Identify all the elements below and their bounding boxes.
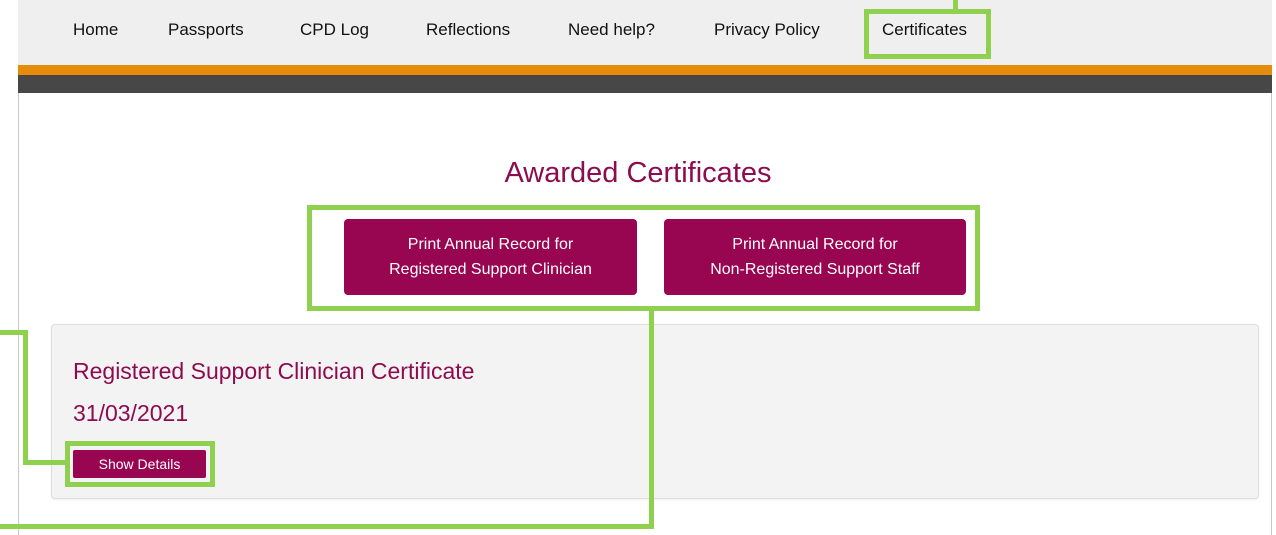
highlight-connector-vertical	[649, 311, 654, 529]
nav-need-help[interactable]: Need help?	[568, 20, 655, 40]
top-navbar: Home Passports CPD Log Reflections Need …	[18, 0, 1272, 65]
nav-passports[interactable]: Passports	[168, 20, 244, 40]
certificate-panel	[51, 324, 1259, 499]
highlight-connector-left-bottom	[23, 460, 68, 465]
header-stripe-orange	[18, 65, 1272, 75]
highlight-connector-bottom	[0, 524, 654, 529]
certificate-title: Registered Support Clinician Certificate	[73, 358, 475, 384]
highlight-certificates-tab	[864, 9, 991, 59]
page-title: Awarded Certificates	[504, 157, 772, 189]
nav-privacy-policy[interactable]: Privacy Policy	[714, 20, 820, 40]
header-stripe-dark	[18, 75, 1272, 93]
nav-reflections[interactable]: Reflections	[426, 20, 510, 40]
nav-home[interactable]: Home	[73, 20, 118, 40]
certificate-date: 31/03/2021	[73, 400, 189, 426]
highlight-print-buttons	[307, 205, 980, 311]
highlight-connector-left-vertical	[23, 330, 28, 465]
nav-cpd-log[interactable]: CPD Log	[300, 20, 369, 40]
highlight-connector-top	[953, 0, 958, 10]
highlight-show-details	[65, 441, 215, 487]
